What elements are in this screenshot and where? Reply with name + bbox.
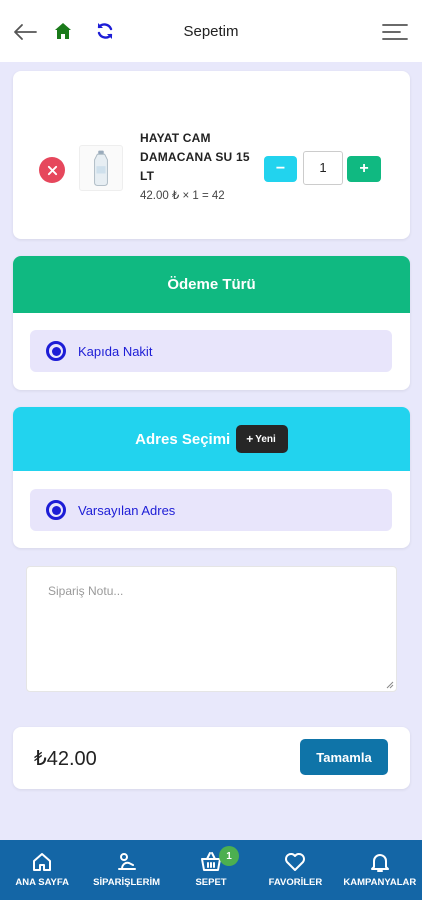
- payment-option-label: Kapıda Nakit: [78, 343, 153, 359]
- new-address-label: Yeni: [255, 433, 276, 445]
- plus-icon: +: [246, 432, 254, 446]
- quantity-field[interactable]: 1: [303, 151, 343, 185]
- address-title: Adres Seçimi: [135, 430, 231, 448]
- address-selection-card: Adres Seçimi + Yeni Varsayılan Adres: [13, 407, 410, 548]
- resize-handle-icon[interactable]: [386, 681, 394, 689]
- nav-label-orders: SİPARİŞLERİM: [93, 877, 161, 888]
- nav-item-orders[interactable]: SİPARİŞLERİM: [84, 840, 168, 900]
- payment-type-card: Ödeme Türü Kapıda Nakit: [13, 256, 410, 390]
- nav-label-basket: SEPET: [195, 877, 227, 888]
- close-icon: [47, 165, 57, 175]
- payment-type-title: Ödeme Türü: [13, 256, 410, 313]
- bottom-navigation: ANA SAYFA SİPARİŞLERİM 1 SEPET FAVORİLER…: [0, 840, 422, 900]
- top-bar: Sepetim: [0, 0, 422, 62]
- total-amount: ₺42.00: [34, 748, 97, 770]
- heart-icon: [285, 853, 306, 871]
- order-note-placeholder: Sipariş Notu...: [48, 584, 124, 598]
- nav-item-favorites[interactable]: FAVORİLER: [253, 840, 337, 900]
- page-title: Sepetim: [183, 23, 239, 40]
- nav-label-favorites: FAVORİLER: [268, 877, 323, 888]
- decrease-quantity-button[interactable]: −: [264, 156, 297, 182]
- address-header: Adres Seçimi + Yeni: [13, 407, 410, 471]
- complete-order-button[interactable]: Tamamla: [300, 739, 388, 775]
- nav-item-home[interactable]: ANA SAYFA: [0, 840, 84, 900]
- orders-icon: [117, 853, 136, 870]
- payment-option-cash[interactable]: Kapıda Nakit: [30, 330, 392, 372]
- home-icon: [33, 853, 52, 871]
- basket-count-badge: 1: [219, 846, 240, 866]
- product-image: [79, 145, 123, 191]
- address-option-default[interactable]: Varsayılan Adres: [30, 489, 392, 531]
- radio-selected-icon[interactable]: [46, 341, 66, 361]
- product-name: HAYAT CAM DAMACANA SU 15 LT: [140, 131, 250, 183]
- order-note-textarea[interactable]: Sipariş Notu...: [26, 566, 397, 692]
- cart-item-card: HAYAT CAM DAMACANA SU 15 LT 42.00 ₺ × 1 …: [13, 71, 410, 239]
- address-option-label: Varsayılan Adres: [78, 502, 176, 518]
- nav-label-campaigns: KAMPANYALAR: [343, 877, 417, 888]
- menu-icon[interactable]: [382, 22, 408, 42]
- remove-item-button[interactable]: [39, 157, 65, 183]
- increase-quantity-button[interactable]: +: [347, 156, 381, 182]
- bell-icon: [370, 854, 389, 872]
- radio-selected-icon[interactable]: [46, 500, 66, 520]
- product-price-line: 42.00 ₺ × 1 = 42: [140, 190, 225, 202]
- nav-label-home: ANA SAYFA: [15, 877, 70, 888]
- nav-item-campaigns[interactable]: KAMPANYALAR: [338, 840, 422, 900]
- order-summary-card: ₺42.00 Tamamla: [13, 727, 410, 789]
- water-bottle-icon: [94, 150, 108, 186]
- nav-item-basket[interactable]: 1 SEPET: [169, 840, 253, 900]
- new-address-button[interactable]: + Yeni: [236, 425, 288, 453]
